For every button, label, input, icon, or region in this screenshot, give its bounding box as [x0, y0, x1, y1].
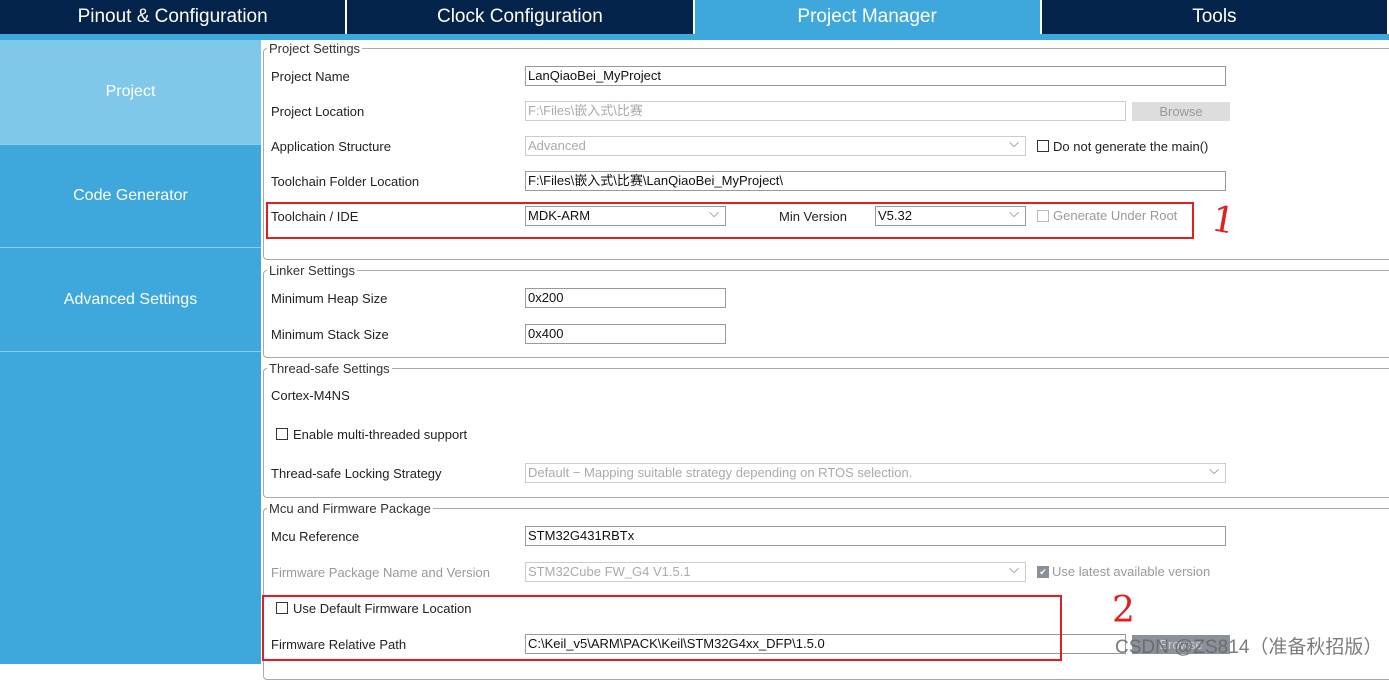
stack-size-input[interactable]: 0x400: [525, 324, 726, 344]
use-latest-checkbox[interactable]: ✔: [1037, 566, 1049, 578]
heap-size-input[interactable]: 0x200: [525, 288, 726, 308]
core-label: Cortex-M4NS: [271, 388, 350, 403]
label: Application Structure: [271, 139, 391, 154]
tab-clock[interactable]: Clock Configuration: [347, 0, 695, 34]
browse-button[interactable]: Browse: [1132, 102, 1230, 121]
no-main-checkbox[interactable]: [1037, 140, 1049, 152]
label: Toolchain Folder Location: [271, 174, 420, 189]
label: Firmware Package Name and Version: [271, 565, 490, 580]
legend: Linker Settings: [267, 263, 357, 278]
tab-tools[interactable]: Tools: [1042, 0, 1389, 34]
label: Project Location: [271, 104, 365, 119]
annotation-box-2: [262, 595, 1062, 661]
tab-project-manager[interactable]: Project Manager: [694, 0, 1042, 34]
mcu-reference-input[interactable]: STM32G431RBTx: [525, 526, 1226, 546]
tab-pinout[interactable]: Pinout & Configuration: [0, 0, 348, 34]
label: Thread-safe Locking Strategy: [271, 466, 442, 481]
toolchain-folder-input[interactable]: F:\Files\嵌入式\比赛\LanQiaoBei_MyProject\: [525, 171, 1226, 191]
watermark: CSDN @ZS814（准备秋招版）: [1115, 637, 1383, 658]
legend: Thread-safe Settings: [267, 361, 392, 376]
label: Enable multi-threaded support: [293, 427, 468, 442]
locking-strategy-select[interactable]: Default − Mapping suitable strategy depe…: [525, 463, 1226, 483]
multithread-checkbox[interactable]: [276, 428, 288, 440]
app-structure-select[interactable]: Advanced: [525, 136, 1026, 156]
sidebar-item-code-generator[interactable]: Code Generator: [0, 145, 261, 248]
annotation-box-1: [266, 202, 1194, 239]
label: Use latest available version: [1052, 564, 1211, 579]
sidebar-item-project[interactable]: Project: [0, 40, 261, 145]
sidebar: Project Code Generator Advanced Settings: [0, 40, 261, 664]
sidebar-item-advanced-settings[interactable]: Advanced Settings: [0, 248, 261, 352]
project-name-input[interactable]: LanQiaoBei_MyProject: [525, 66, 1226, 86]
linker-settings-group: [263, 270, 1389, 358]
label: Minimum Heap Size: [271, 291, 388, 306]
label: Mcu Reference: [271, 529, 360, 544]
legend: Mcu and Firmware Package: [267, 501, 433, 516]
legend: Project Settings: [267, 41, 363, 56]
label: Do not generate the main(): [1053, 139, 1209, 154]
firmware-package-select[interactable]: STM32Cube FW_G4 V1.5.1: [525, 562, 1026, 582]
top-tabs: Pinout & Configuration Clock Configurati…: [0, 0, 1389, 34]
project-location-input[interactable]: F:\Files\嵌入式\比赛: [525, 101, 1126, 121]
annotation-2: 2: [1112, 590, 1135, 631]
label: Minimum Stack Size: [271, 327, 389, 342]
label: Project Name: [271, 69, 350, 84]
